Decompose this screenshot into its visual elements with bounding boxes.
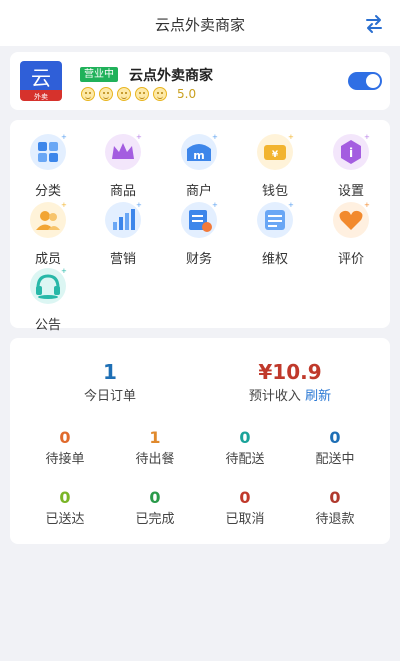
menu-label: 维权 <box>261 252 288 267</box>
order-status-label[interactable]: 配送中 <box>290 448 380 467</box>
order-status-label[interactable]: 已完成 <box>110 508 200 527</box>
top-bar: 云点外卖商家 <box>0 0 400 46</box>
function-menu: + 分类 + 商品 m + 商户 ¥ + 钱包 i + 设置 + 成员 + 营销… <box>10 120 390 333</box>
svg-text:+: + <box>288 133 294 141</box>
menu-label: 公告 <box>34 318 61 333</box>
logo-subtext: 外卖 <box>34 92 48 101</box>
order-stats-card: 1 今日订单 ¥10.9 预计收入 刷新 0 待接单 1 待出餐 0 待配送 0 配送中 0 已送… <box>10 338 390 544</box>
svg-text:+: + <box>136 201 142 209</box>
rating-row: 5.0 <box>81 87 196 101</box>
toggle-knob <box>366 74 380 88</box>
svg-text:+: + <box>364 201 370 209</box>
menu-item-marketing[interactable]: + 营销 <box>86 200 160 267</box>
order-status-count[interactable]: 1 <box>110 428 200 447</box>
order-status-label[interactable]: 待退款 <box>290 508 380 527</box>
orders-today-value: 1 <box>103 360 117 384</box>
smiley-icon <box>81 87 95 101</box>
order-status-label[interactable]: 已取消 <box>200 508 290 527</box>
rights-icon: + <box>257 201 294 238</box>
order-status-label[interactable]: 待配送 <box>200 448 290 467</box>
svg-text:m: m <box>193 149 204 162</box>
shop-logo: 云 外卖 <box>20 61 62 101</box>
order-status-count[interactable]: 0 <box>200 428 290 447</box>
menu-item-members[interactable]: + 成员 <box>11 200 85 267</box>
refresh-link[interactable]: 刷新 <box>305 389 331 404</box>
menu-item-goods[interactable]: + 商品 <box>86 132 160 199</box>
menu-label: 财务 <box>185 252 212 267</box>
settings-info-icon: i + <box>333 133 370 170</box>
order-status-count[interactable]: 0 <box>290 428 380 447</box>
menu-label: 商品 <box>109 184 136 199</box>
order-status-count[interactable]: 0 <box>20 488 110 507</box>
order-status-count[interactable]: 0 <box>200 488 290 507</box>
menu-item-wallet[interactable]: ¥ + 钱包 <box>238 132 312 199</box>
menu-label: 分类 <box>34 184 61 199</box>
order-status-count[interactable]: 0 <box>290 488 380 507</box>
category-icon: + <box>30 133 67 170</box>
svg-text:+: + <box>136 133 142 141</box>
open-status-toggle[interactable] <box>348 72 382 90</box>
svg-text:+: + <box>61 267 67 275</box>
menu-item-finance[interactable]: + 财务 <box>162 200 236 267</box>
order-status-label[interactable]: 待出餐 <box>110 448 200 467</box>
smiley-icon <box>135 87 149 101</box>
menu-label: 成员 <box>34 252 61 267</box>
menu-item-notice[interactable]: + 公告 <box>11 266 85 333</box>
crown-icon: + <box>105 133 142 170</box>
income-label: 预计收入 <box>248 389 301 404</box>
menu-label: 评价 <box>337 252 364 267</box>
rating-value: 5.0 <box>177 87 197 101</box>
status-badge: 营业中 <box>80 67 118 82</box>
order-status-count[interactable]: 0 <box>20 428 110 447</box>
menu-item-category[interactable]: + 分类 <box>11 132 85 199</box>
shop-card[interactable]: 云 外卖 营业中 云点外卖商家 5.0 <box>10 52 390 110</box>
menu-item-settings[interactable]: i + 设置 <box>314 132 388 199</box>
headset-icon: + <box>30 267 67 304</box>
menu-item-rights[interactable]: + 维权 <box>238 200 312 267</box>
svg-text:i: i <box>349 146 353 160</box>
svg-text:+: + <box>288 201 294 209</box>
order-status-count[interactable]: 0 <box>110 488 200 507</box>
menu-item-review[interactable]: + 评价 <box>314 200 388 267</box>
svg-text:+: + <box>364 133 370 141</box>
svg-text:+: + <box>61 201 67 209</box>
marketing-chart-icon: + <box>105 201 142 238</box>
swap-icon[interactable] <box>364 14 384 34</box>
svg-text:¥: ¥ <box>272 150 279 160</box>
store-icon: m + <box>181 133 218 170</box>
members-icon: + <box>30 201 67 238</box>
menu-item-merchant[interactable]: m + 商户 <box>162 132 236 199</box>
finance-icon: + <box>181 201 218 238</box>
shop-name: 云点外卖商家 <box>129 68 213 84</box>
svg-text:+: + <box>212 201 218 209</box>
income-value: ¥10.9 <box>258 360 322 384</box>
orders-today-label: 今日订单 <box>83 389 136 404</box>
logo-text: 云 <box>31 66 51 90</box>
heart-icon: + <box>333 201 370 238</box>
order-status-label[interactable]: 待接单 <box>20 448 110 467</box>
order-status-label[interactable]: 已送达 <box>20 508 110 527</box>
wallet-icon: ¥ + <box>257 133 294 170</box>
smiley-icon <box>99 87 113 101</box>
income-row: 预计收入 刷新 <box>220 385 360 404</box>
svg-text:+: + <box>212 133 218 141</box>
menu-label: 设置 <box>337 184 364 199</box>
menu-label: 钱包 <box>261 184 288 199</box>
menu-label: 商户 <box>185 184 212 199</box>
menu-label: 营销 <box>109 252 136 267</box>
page-title: 云点外卖商家 <box>154 16 245 34</box>
smiley-icon <box>153 87 167 101</box>
svg-text:+: + <box>61 133 67 141</box>
smiley-icon <box>117 87 131 101</box>
